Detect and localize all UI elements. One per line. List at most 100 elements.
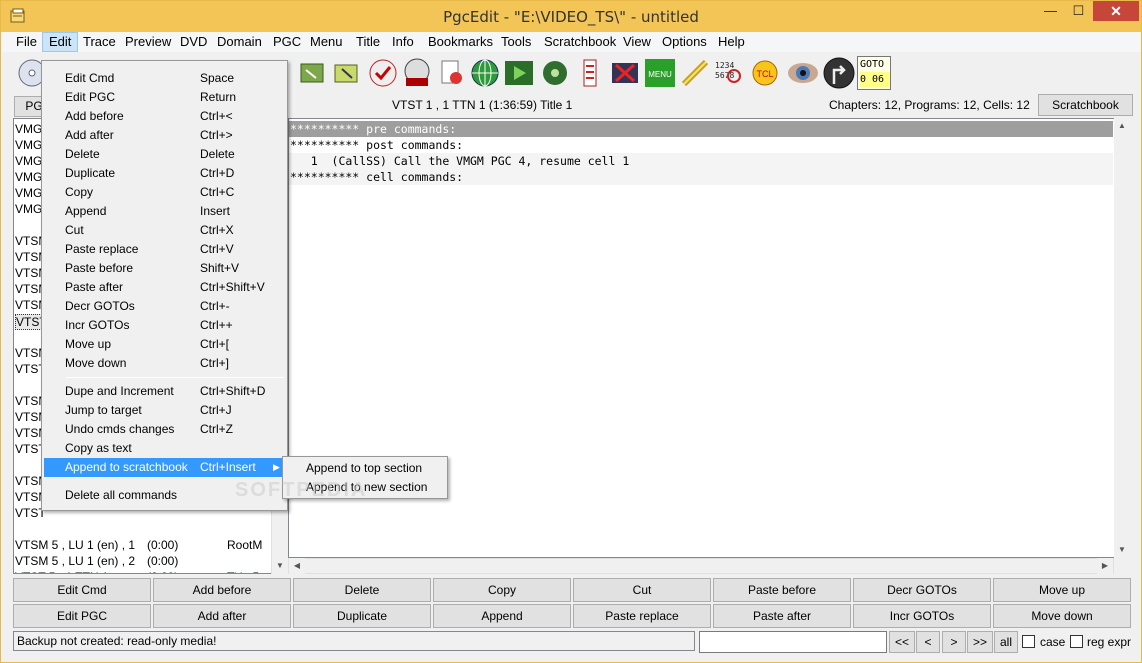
- globe-icon[interactable]: [468, 56, 502, 90]
- scroll-left-icon[interactable]: ◀: [289, 558, 305, 574]
- cut-button[interactable]: Cut: [573, 578, 711, 602]
- edit-menu-item-paste-after[interactable]: Paste after Ctrl+Shift+V: [44, 278, 285, 297]
- menu-dvd[interactable]: DVD: [174, 32, 213, 52]
- edit-cmd-button[interactable]: Edit Cmd: [13, 578, 151, 602]
- pgc-list-item[interactable]: VMG: [15, 186, 42, 202]
- menu-trace[interactable]: Trace: [77, 32, 122, 52]
- search-input[interactable]: [699, 631, 887, 653]
- menu-icon[interactable]: MENU: [643, 56, 677, 90]
- edit-menu-item-jump-to-target[interactable]: Jump to target Ctrl+J: [44, 401, 285, 420]
- open-folder-icon[interactable]: [330, 56, 364, 90]
- menu-scratchbook[interactable]: Scratchbook: [538, 32, 622, 52]
- eye-icon[interactable]: [786, 56, 820, 90]
- green-folder-icon[interactable]: [296, 56, 330, 90]
- incr-gotos-button[interactable]: Incr GOTOs: [853, 604, 991, 628]
- pgc-list-item[interactable]: VMG: [15, 170, 42, 186]
- numbers-search-icon[interactable]: 12345678: [712, 56, 746, 90]
- pgc-list-item[interactable]: VMG: [15, 202, 42, 218]
- add-after-button[interactable]: Add after: [153, 604, 291, 628]
- edit-menu-item-paste-replace[interactable]: Paste replace Ctrl+V: [44, 240, 285, 259]
- pages-icon[interactable]: [434, 56, 468, 90]
- copy-button[interactable]: Copy: [433, 578, 571, 602]
- menu-domain[interactable]: Domain: [211, 32, 268, 52]
- menu-file[interactable]: File: [10, 32, 43, 52]
- edit-menu-item-delete[interactable]: Delete Delete: [44, 145, 285, 164]
- scroll-down-icon[interactable]: ▼: [272, 558, 288, 574]
- command-hscrollbar[interactable]: ◀ ▶: [288, 558, 1114, 574]
- command-row[interactable]: ********** post commands:: [289, 137, 1113, 153]
- pgc-list-item-name[interactable]: VTSM 5 , LU 1 (en) , 1: [15, 538, 135, 554]
- add-before-button[interactable]: Add before: [153, 578, 291, 602]
- menu-bookmarks[interactable]: Bookmarks: [422, 32, 499, 52]
- edit-menu-item-move-up[interactable]: Move up Ctrl+[: [44, 335, 285, 354]
- delete-button[interactable]: Delete: [293, 578, 431, 602]
- chain-link-icon[interactable]: [678, 56, 712, 90]
- regexpr-checkbox[interactable]: [1070, 635, 1083, 648]
- disc-check-icon[interactable]: [366, 56, 400, 90]
- play-grid-icon[interactable]: [502, 56, 536, 90]
- edit-menu-item-move-down[interactable]: Move down Ctrl+]: [44, 354, 285, 373]
- disc-play-icon[interactable]: [400, 56, 434, 90]
- edit-menu-item-duplicate[interactable]: Duplicate Ctrl+D: [44, 164, 285, 183]
- move-up-button[interactable]: Move up: [993, 578, 1131, 602]
- scroll-right-icon[interactable]: ▶: [1097, 558, 1113, 574]
- paste-before-button[interactable]: Paste before: [713, 578, 851, 602]
- edit-menu-item-add-before[interactable]: Add before Ctrl+<: [44, 107, 285, 126]
- tcl-icon[interactable]: TCL: [748, 56, 782, 90]
- minimize-button[interactable]: —: [1037, 3, 1064, 24]
- command-vscrollbar[interactable]: ▲ ▼: [1114, 118, 1131, 558]
- menu-info[interactable]: Info: [386, 32, 420, 52]
- pgc-list-item[interactable]: VMG: [15, 154, 42, 170]
- route-arrow-icon[interactable]: [822, 56, 856, 90]
- edit-menu-item-edit-pgc[interactable]: Edit PGC Return: [44, 88, 285, 107]
- menu-options[interactable]: Options: [656, 32, 713, 52]
- film-cross-icon[interactable]: [608, 56, 642, 90]
- command-row[interactable]: 1 (CallSS) Call the VMGM PGC 4, resume c…: [289, 153, 1113, 169]
- case-checkbox[interactable]: [1022, 635, 1035, 648]
- edit-pgc-button[interactable]: Edit PGC: [13, 604, 151, 628]
- search-first-button[interactable]: <<: [889, 631, 915, 653]
- paste-after-button[interactable]: Paste after: [713, 604, 851, 628]
- search-last-button[interactable]: >>: [967, 631, 993, 653]
- maximize-button[interactable]: ☐: [1065, 3, 1092, 24]
- close-button[interactable]: ✕: [1093, 1, 1139, 21]
- menu-pgc[interactable]: PGC: [267, 32, 307, 52]
- edit-menu-item-append-to-scratchbook[interactable]: Append to scratchbook Ctrl+Insert ▶: [44, 458, 285, 477]
- pgc-list-item-name[interactable]: VTSM 5 , LU 1 (en) , 2: [15, 554, 135, 570]
- pgc-list-item[interactable]: VMG: [15, 122, 42, 138]
- menu-menu[interactable]: Menu: [304, 32, 349, 52]
- edit-menu-item-undo-cmds-changes[interactable]: Undo cmds changes Ctrl+Z: [44, 420, 285, 439]
- scroll-down-icon[interactable]: ▼: [1114, 542, 1130, 558]
- append-button[interactable]: Append: [433, 604, 571, 628]
- edit-menu-item-copy[interactable]: Copy Ctrl+C: [44, 183, 285, 202]
- search-all-button[interactable]: all: [994, 631, 1018, 653]
- menu-help[interactable]: Help: [712, 32, 751, 52]
- menu-preview[interactable]: Preview: [119, 32, 177, 52]
- goto-indicator[interactable]: GOTO 0 06: [857, 56, 891, 90]
- edit-menu-item-add-after[interactable]: Add after Ctrl+>: [44, 126, 285, 145]
- scroll-up-icon[interactable]: ▲: [1114, 118, 1130, 134]
- edit-menu-item-cut[interactable]: Cut Ctrl+X: [44, 221, 285, 240]
- pgc-list-item-name[interactable]: VTST 5 , 1 TTN 1: [15, 570, 109, 573]
- command-row[interactable]: ********** pre commands:: [289, 121, 1113, 137]
- edit-menu-item-append[interactable]: Append Insert: [44, 202, 285, 221]
- append-top-section-item[interactable]: Append to top section: [285, 459, 445, 478]
- search-next-button[interactable]: >: [942, 631, 966, 653]
- decr-gotos-button[interactable]: Decr GOTOs: [853, 578, 991, 602]
- edit-menu-item-copy-as-text[interactable]: Copy as text: [44, 439, 285, 458]
- pgc-list-item[interactable]: VMG: [15, 138, 42, 154]
- move-down-button[interactable]: Move down: [993, 604, 1131, 628]
- menu-view[interactable]: View: [617, 32, 657, 52]
- edit-menu-item-decr-gotos[interactable]: Decr GOTOs Ctrl+-: [44, 297, 285, 316]
- menu-edit[interactable]: Edit: [42, 32, 79, 52]
- edit-menu-item-incr-gotos[interactable]: Incr GOTOs Ctrl++: [44, 316, 285, 335]
- paste-replace-button[interactable]: Paste replace: [573, 604, 711, 628]
- edit-menu-item-edit-cmd[interactable]: Edit Cmd Space: [44, 69, 285, 88]
- checklist-icon[interactable]: [574, 56, 608, 90]
- edit-menu-item-paste-before[interactable]: Paste before Shift+V: [44, 259, 285, 278]
- command-row[interactable]: ********** cell commands:: [289, 169, 1113, 185]
- duplicate-button[interactable]: Duplicate: [293, 604, 431, 628]
- edit-menu-item-dupe-and-increment[interactable]: Dupe and Increment Ctrl+Shift+D: [44, 382, 285, 401]
- scratchbook-button[interactable]: Scratchbook: [1038, 94, 1133, 116]
- film-reel-icon[interactable]: [538, 56, 572, 90]
